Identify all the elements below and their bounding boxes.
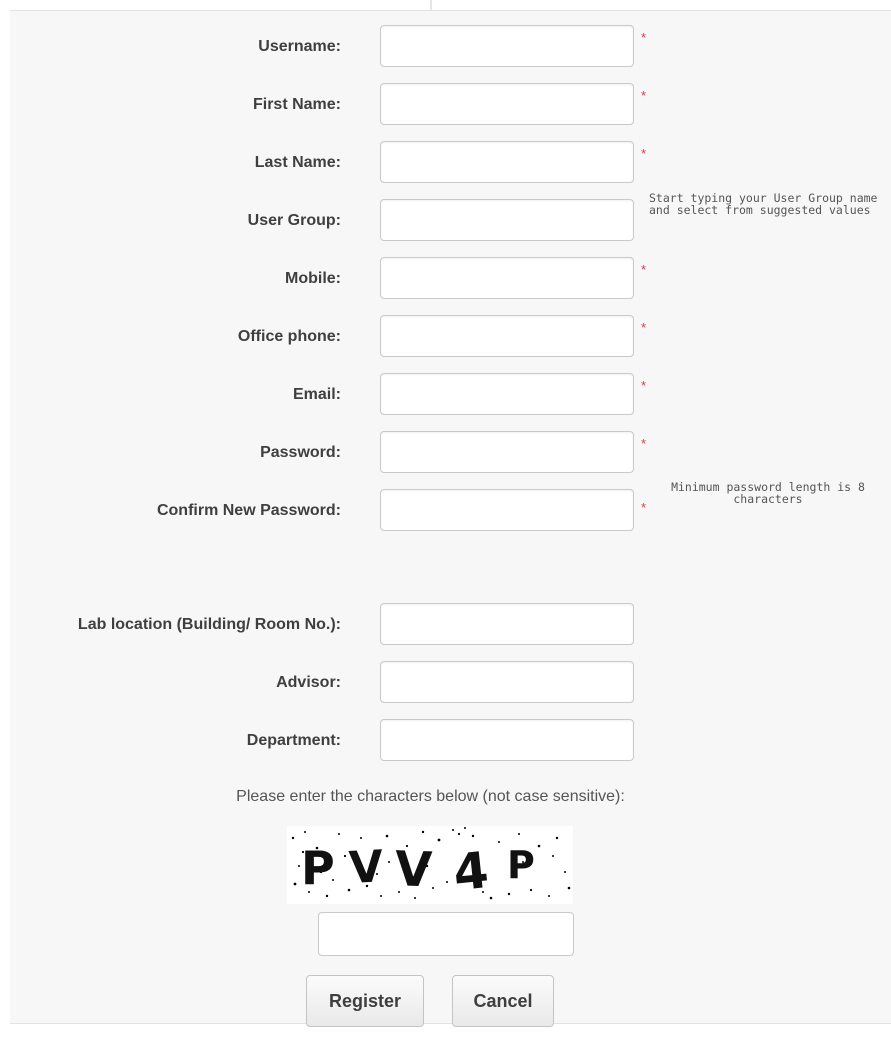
password-hint: Minimum password length is 8 characters: [671, 480, 865, 506]
svg-text:V: V: [348, 841, 385, 894]
email-label: Email:: [292, 386, 341, 403]
last-name-input[interactable]: [380, 141, 634, 183]
svg-text:4: 4: [451, 841, 492, 902]
svg-text:P: P: [507, 843, 535, 887]
email-input[interactable]: [380, 373, 634, 415]
department-input[interactable]: [380, 719, 634, 761]
confirm-password-label: Confirm New Password:: [156, 502, 341, 519]
required-marker: *: [641, 30, 647, 45]
lab-location-row: Lab location (Building/ Room No.):: [0, 602, 891, 648]
lab-location-label: Lab location (Building/ Room No.):: [77, 616, 341, 633]
last-name-row: Last Name: *: [0, 140, 891, 186]
advisor-row: Advisor:: [0, 660, 891, 706]
user-group-hint: Start typing your User Group name and se…: [649, 191, 878, 217]
mobile-input[interactable]: [380, 257, 634, 299]
confirm-password-input[interactable]: [380, 489, 634, 531]
username-label: Username:: [258, 38, 341, 55]
required-marker: *: [641, 320, 647, 335]
cancel-button[interactable]: Cancel: [452, 975, 554, 1027]
advisor-label: Advisor:: [276, 674, 341, 691]
required-marker: *: [641, 436, 647, 451]
advisor-input[interactable]: [380, 661, 634, 703]
captcha-image: P V V 4 P: [287, 826, 573, 904]
office-phone-input[interactable]: [380, 315, 634, 357]
mobile-label: Mobile:: [285, 270, 341, 287]
registration-page: Username: * First Name: * Last Name: * U…: [0, 0, 891, 1052]
username-input[interactable]: [380, 25, 634, 67]
mobile-row: Mobile: *: [0, 256, 891, 302]
required-marker: *: [641, 262, 647, 277]
password-label: Password:: [260, 444, 341, 461]
password-row: Password: *: [0, 430, 891, 476]
register-button[interactable]: Register: [306, 975, 424, 1027]
svg-text:V: V: [394, 841, 433, 898]
department-row: Department:: [0, 718, 891, 764]
department-label: Department:: [246, 732, 341, 749]
first-name-input[interactable]: [380, 83, 634, 125]
username-row: Username: *: [0, 24, 891, 70]
divider: [430, 0, 432, 10]
lab-location-input[interactable]: [380, 603, 634, 645]
captcha-graphic: P V V 4 P: [287, 826, 573, 904]
user-group-label: User Group:: [247, 212, 341, 229]
email-row: Email: *: [0, 372, 891, 418]
last-name-label: Last Name:: [254, 154, 341, 171]
office-phone-label: Office phone:: [237, 328, 341, 345]
svg-text:P: P: [301, 841, 335, 895]
captcha-input[interactable]: [318, 912, 574, 956]
required-marker: *: [641, 146, 647, 161]
first-name-row: First Name: *: [0, 82, 891, 128]
captcha-prompt: Please enter the characters below (not c…: [236, 788, 625, 805]
user-group-input[interactable]: [380, 199, 634, 241]
required-marker: *: [641, 88, 647, 103]
required-marker: *: [641, 378, 647, 393]
password-input[interactable]: [380, 431, 634, 473]
office-phone-row: Office phone: *: [0, 314, 891, 360]
first-name-label: First Name:: [252, 96, 341, 113]
